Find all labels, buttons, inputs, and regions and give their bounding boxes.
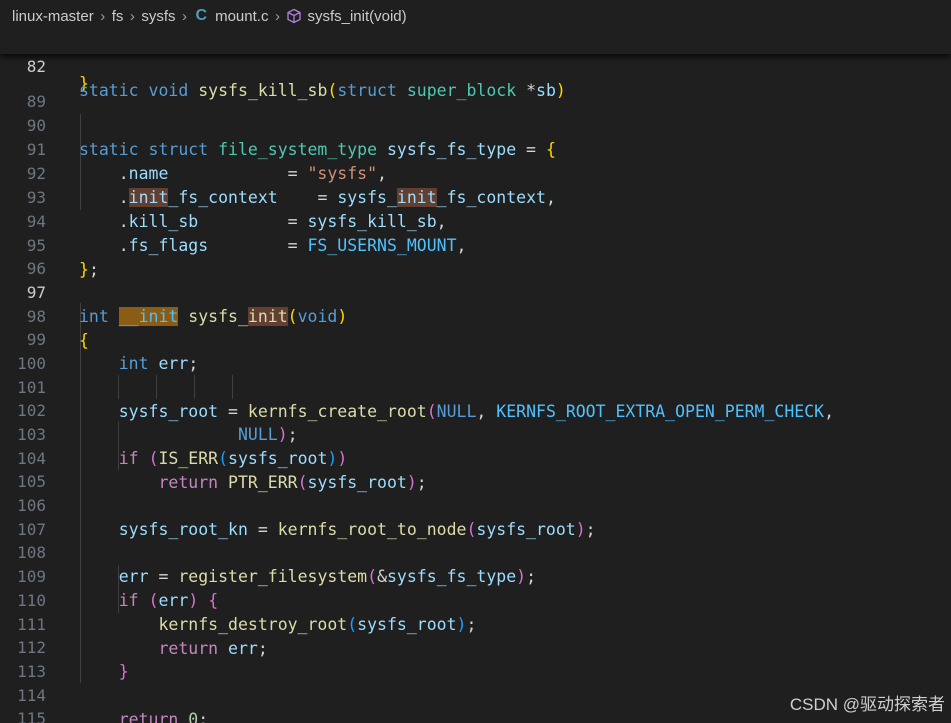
sticky-scroll-line[interactable]: 82 static void sysfs_kill_sb(struct supe… [0, 32, 951, 100]
breadcrumb-item-file[interactable]: mount.c [215, 8, 268, 25]
chevron-right-icon: › [182, 7, 188, 25]
code-row[interactable]: 95 }; [0, 210, 951, 279]
line-number: 82 [26, 57, 46, 76]
breadcrumb: linux-master › fs › sysfs › C mount.c › … [0, 0, 951, 32]
method-cube-icon [287, 8, 302, 24]
watermark: CSDN @驱动探索者 [789, 695, 945, 714]
code-row[interactable]: 114 return 0; [0, 660, 951, 723]
c-file-icon: C [195, 7, 208, 24]
code-row[interactable]: 107 [0, 494, 951, 539]
code-row[interactable]: 98 { [0, 281, 951, 350]
chevron-right-icon: › [274, 7, 280, 25]
code-line: static void sysfs_kill_sb(struct super_b… [79, 81, 566, 100]
code-row[interactable]: 96 [0, 233, 951, 278]
code-row[interactable]: 100 [0, 328, 951, 373]
code-row[interactable]: 108 err = register_filesystem(&sysfs_fs_… [0, 517, 951, 586]
chevron-right-icon: › [100, 7, 106, 25]
breadcrumb-item-symbol[interactable]: sysfs_init(void) [307, 8, 406, 25]
code-row[interactable]: 104 return PTR_ERR(sysfs_root); [0, 423, 951, 492]
code-row[interactable]: 103 if (IS_ERR(sysfs_root)) [0, 399, 951, 468]
code-row[interactable]: 102 NULL); [0, 375, 951, 444]
code-row[interactable]: 91 .name = "sysfs", [0, 114, 951, 183]
code-row[interactable]: 99 int err; [0, 304, 951, 373]
code-row[interactable]: 106 sysfs_root_kn = kernfs_root_to_node(… [0, 470, 951, 539]
code-row[interactable]: 110 kernfs_destroy_root(sysfs_root); [0, 565, 951, 634]
chevron-right-icon: › [129, 7, 135, 25]
code-row[interactable]: 97 int __init sysfs_init(void) [0, 257, 951, 326]
breadcrumb-item-root[interactable]: linux-master [12, 8, 94, 25]
breadcrumb-item-fs[interactable]: fs [112, 8, 124, 25]
code-row[interactable]: 105 [0, 446, 951, 491]
code-row[interactable]: 109 if (err) { [0, 541, 951, 610]
code-row[interactable]: 101 sysfs_root = kernfs_create_root(NULL… [0, 352, 951, 421]
code-editor[interactable]: linux-master › fs › sysfs › C mount.c › … [0, 0, 951, 723]
code-row[interactable]: 111 return err; [0, 589, 951, 658]
code-row[interactable]: 92 .init_fs_context = sysfs_init_fs_cont… [0, 138, 951, 207]
code-row[interactable]: 93 .kill_sb = sysfs_kill_sb, [0, 162, 951, 231]
code-row[interactable]: 94 .fs_flags = FS_USERNS_MOUNT, [0, 186, 951, 255]
code-row[interactable]: 112 } [0, 612, 951, 681]
code-row[interactable]: 113 [0, 636, 951, 681]
breadcrumb-item-sysfs[interactable]: sysfs [141, 8, 175, 25]
